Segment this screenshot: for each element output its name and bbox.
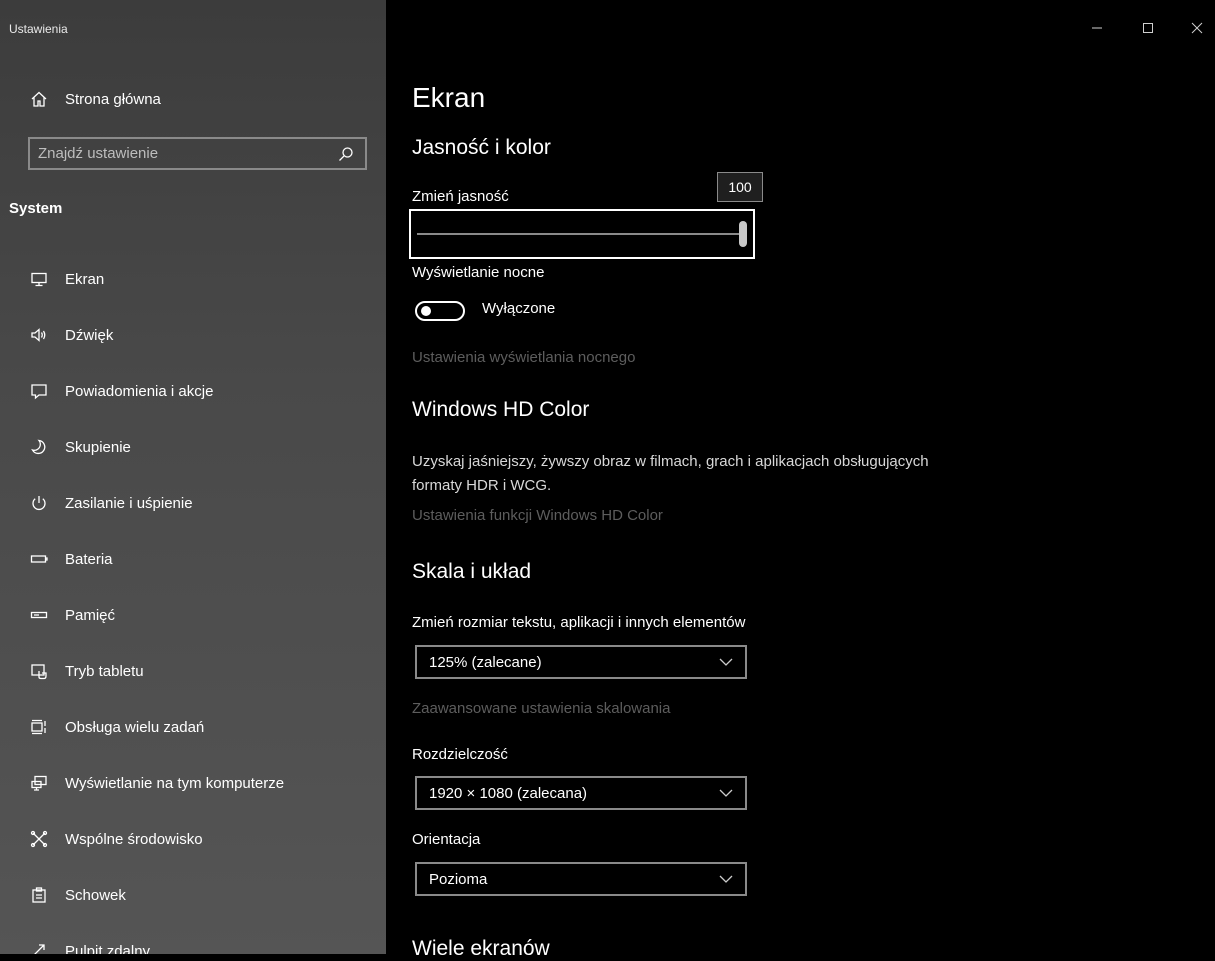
sidebar-item-label: Tryb tabletu <box>65 662 144 680</box>
home-link[interactable]: Strona główna <box>30 86 161 112</box>
night-light-toggle[interactable] <box>415 301 465 321</box>
sidebar-item-wyswietlanie[interactable]: Wyświetlanie na tym komputerze <box>30 770 284 796</box>
scale-size-label: Zmień rozmiar tekstu, aplikacji i innych… <box>412 614 746 631</box>
project-icon <box>30 774 48 792</box>
resolution-dropdown[interactable]: 1920 × 1080 (zalecana) <box>415 776 747 810</box>
notification-icon <box>30 382 48 400</box>
close-button[interactable] <box>1182 18 1212 42</box>
minimize-icon <box>1091 21 1103 39</box>
night-light-label: Wyświetlanie nocne <box>412 264 545 281</box>
sidebar-item-label: Wspólne środowisko <box>65 830 203 848</box>
chevron-down-icon <box>719 789 733 797</box>
night-light-settings-link[interactable]: Ustawienia wyświetlania nocnego <box>412 349 635 366</box>
resolution-dropdown-value: 1920 × 1080 (zalecana) <box>429 784 588 802</box>
brightness-heading: Jasność i kolor <box>412 136 551 159</box>
moon-icon <box>30 438 48 456</box>
maximize-button[interactable] <box>1133 18 1163 42</box>
hd-color-settings-link[interactable]: Ustawienia funkcji Windows HD Color <box>412 507 663 524</box>
sidebar-item-label: Skupienie <box>65 438 131 456</box>
sidebar-item-wielozadaniowosc[interactable]: Obsługa wielu zadań <box>30 714 204 740</box>
sidebar-item-label: Powiadomienia i akcje <box>65 382 214 400</box>
section-title: System <box>9 200 63 217</box>
sidebar-item-bateria[interactable]: Bateria <box>30 546 113 572</box>
sidebar-item-label: Schowek <box>65 886 126 904</box>
app-title: Ustawienia <box>9 22 68 36</box>
sidebar-item-wspolne[interactable]: Wspólne środowisko <box>30 826 203 852</box>
sidebar: Ustawienia Strona główna System Ekran Dź… <box>0 0 386 954</box>
orientation-dropdown-value: Pozioma <box>429 870 488 888</box>
hd-color-heading: Windows HD Color <box>412 398 590 421</box>
sidebar-item-pulpit-zdalny[interactable]: Pulpit zdalny <box>30 938 150 954</box>
search-icon[interactable] <box>337 145 355 163</box>
slider-track <box>417 233 739 235</box>
slider-thumb[interactable] <box>739 221 747 247</box>
home-icon <box>30 90 48 108</box>
tablet-mode-icon <box>30 662 48 680</box>
multitasking-icon <box>30 718 48 736</box>
sidebar-item-ekran[interactable]: Ekran <box>30 266 104 292</box>
sidebar-item-skupienie[interactable]: Skupienie <box>30 434 131 460</box>
storage-icon <box>30 606 48 624</box>
chevron-down-icon <box>719 658 733 666</box>
main-content: Ekran Jasność i kolor Zmień jasność 100 … <box>386 0 1215 960</box>
speaker-icon <box>30 326 48 344</box>
sidebar-item-label: Pamięć <box>65 606 116 624</box>
home-label: Strona główna <box>65 90 161 108</box>
sidebar-item-powiadomienia[interactable]: Powiadomienia i akcje <box>30 378 213 404</box>
search-input[interactable] <box>38 145 337 162</box>
clipboard-icon <box>30 886 48 904</box>
close-icon <box>1191 21 1203 39</box>
brightness-value-tooltip: 100 <box>717 172 763 202</box>
sidebar-item-dzwiek[interactable]: Dźwięk <box>30 322 113 348</box>
sidebar-item-label: Ekran <box>65 270 105 288</box>
remote-desktop-icon <box>30 942 48 954</box>
scale-dropdown[interactable]: 125% (zalecane) <box>415 645 747 679</box>
sidebar-item-label: Dźwięk <box>65 326 114 344</box>
brightness-slider[interactable] <box>409 209 755 259</box>
hd-color-description: Uzyskaj jaśniejszy, żywszy obraz w filma… <box>412 453 929 494</box>
orientation-dropdown[interactable]: Pozioma <box>415 862 747 896</box>
minimize-button[interactable] <box>1082 18 1112 42</box>
page-title: Ekran <box>412 82 486 113</box>
battery-icon <box>30 550 48 568</box>
brightness-label: Zmień jasność <box>412 188 509 205</box>
resolution-label: Rozdzielczość <box>412 746 508 763</box>
sidebar-item-label: Zasilanie i uśpienie <box>65 494 193 512</box>
chevron-down-icon <box>719 875 733 883</box>
sidebar-item-label: Obsługa wielu zadań <box>65 718 205 736</box>
sidebar-item-schowek[interactable]: Schowek <box>30 882 126 908</box>
multiple-displays-heading: Wiele ekranów <box>412 937 550 960</box>
advanced-scaling-link[interactable]: Zaawansowane ustawienia skalowania <box>412 700 671 717</box>
search-box[interactable] <box>28 137 367 170</box>
scale-dropdown-value: 125% (zalecane) <box>429 653 542 671</box>
sidebar-item-label: Pulpit zdalny <box>65 942 151 955</box>
scale-heading: Skala i układ <box>412 560 532 583</box>
toggle-knob <box>421 306 431 316</box>
sidebar-item-label: Bateria <box>65 550 113 568</box>
night-light-state: Wyłączone <box>482 300 556 317</box>
sidebar-item-tryb-tabletu[interactable]: Tryb tabletu <box>30 658 144 684</box>
sidebar-item-label: Wyświetlanie na tym komputerze <box>65 774 285 792</box>
power-icon <box>30 494 48 512</box>
orientation-label: Orientacja <box>412 831 481 848</box>
monitor-icon <box>30 270 48 288</box>
shared-experiences-icon <box>30 830 48 848</box>
sidebar-item-zasilanie[interactable]: Zasilanie i uśpienie <box>30 490 193 516</box>
sidebar-item-pamiec[interactable]: Pamięć <box>30 602 115 628</box>
maximize-icon <box>1142 21 1154 39</box>
